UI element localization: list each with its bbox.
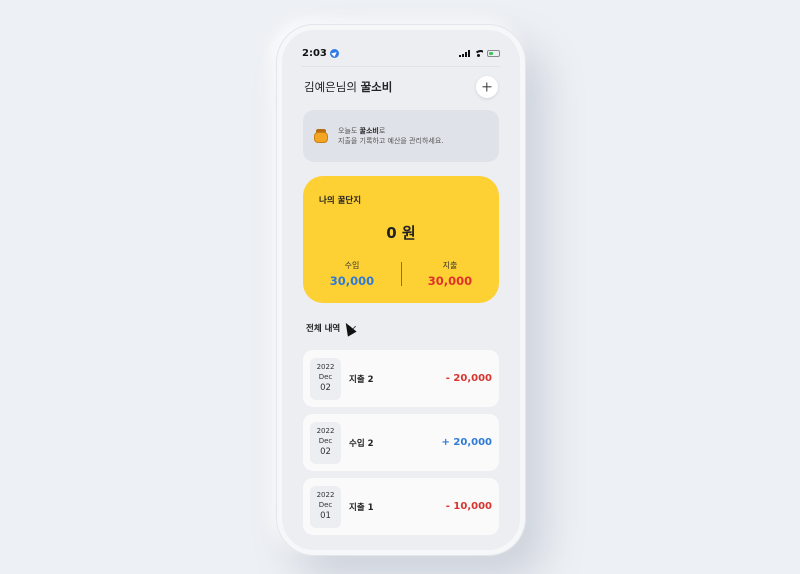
date-month: Dec [318,436,333,445]
add-button[interactable] [476,76,498,98]
expense-value: 30,000 [427,274,473,288]
date-badge: 2022 Dec 02 [310,421,341,464]
income-label: 수입 [344,261,360,270]
transaction-amount: - 10,000 [445,501,492,512]
title-brand: 꿀소비 [360,80,393,94]
header: 김예은님의 꿀소비 [304,74,498,100]
banner-line2: 지출을 기록하고 예산을 관리하세요. [338,137,444,145]
expense-summary: 지출 30,000 [401,260,499,288]
status-time: 2:03 [302,48,339,59]
date-year: 2022 [316,426,335,435]
expense-label: 지출 [442,261,458,270]
date-month: Dec [318,372,333,381]
transaction-amount: - 20,000 [445,373,492,384]
banner-line1-prefix: 오늘도 [338,126,360,135]
date-day: 01 [320,510,331,521]
list-item[interactable]: 2022 Dec 02 수입 2 + 20,000 [303,414,499,471]
date-month: Dec [318,500,333,509]
battery-icon [487,49,500,57]
header-divider [302,66,500,67]
time-text: 2:03 [302,47,327,59]
date-year: 2022 [316,362,335,371]
app-screen: 2:03 김예은님의 꿀소비 오늘도 꿀소비로 지출을 기록하고 예산을 관리하… [282,30,520,550]
location-arrow-icon [329,48,339,58]
section-title: 전체 내역 [306,324,341,334]
status-bar: 2:03 [302,46,500,60]
date-year: 2022 [316,490,335,499]
transaction-amount: + 20,000 [441,437,492,448]
list-item[interactable]: 2022 Dec 02 지출 2 - 20,000 [303,350,499,407]
total-balance: 0 원 [386,224,416,242]
date-badge: 2022 Dec 02 [310,357,341,400]
cellular-signal-icon [459,49,470,57]
page-title: 김예은님의 꿀소비 [304,79,392,95]
income-summary: 수입 30,000 [303,260,401,288]
wifi-icon [474,49,483,57]
income-value: 30,000 [329,274,375,288]
welcome-banner: 오늘도 꿀소비로 지출을 기록하고 예산을 관리하세요. [303,110,499,162]
date-day: 02 [320,446,331,457]
balance-card: 나의 꿀단지 0 원 수입 30,000 지출 30,000 [303,176,499,303]
transaction-name: 지출 1 [349,502,374,513]
title-prefix: 김예은님의 [304,80,361,94]
banner-line1-bold: 꿀소비 [359,126,379,135]
honey-jar-icon [314,129,328,143]
date-badge: 2022 Dec 01 [310,485,341,528]
date-day: 02 [320,382,331,393]
phone-frame: 2:03 김예은님의 꿀소비 오늘도 꿀소비로 지출을 기록하고 예산을 관리하… [276,24,526,556]
card-title: 나의 꿀단지 [319,196,362,206]
list-item[interactable]: 2022 Dec 01 지출 1 - 10,000 [303,478,499,535]
transaction-name: 지출 2 [349,374,374,385]
banner-text: 오늘도 꿀소비로 지출을 기록하고 예산을 관리하세요. [338,126,444,147]
status-icons [459,49,500,57]
transaction-name: 수입 2 [349,438,374,449]
banner-line1-suffix: 로 [378,126,386,135]
